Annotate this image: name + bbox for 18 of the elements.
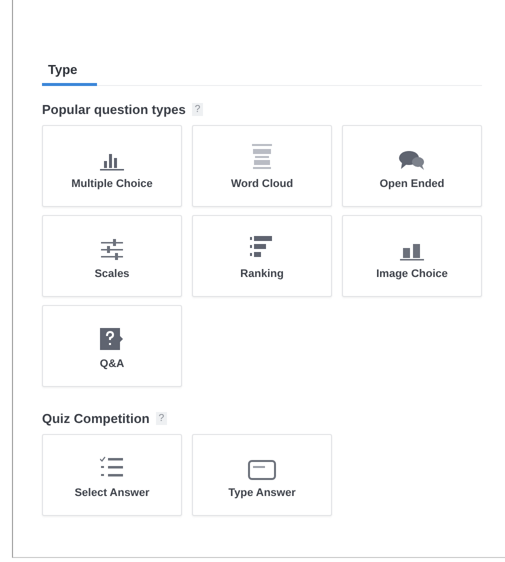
text-box-icon xyxy=(248,460,276,480)
tab[interactable]: Type xyxy=(42,58,98,86)
question-type-card[interactable]: Image Choice xyxy=(342,215,482,297)
question-icon xyxy=(99,326,125,350)
question-type-card[interactable]: Scales xyxy=(42,215,182,297)
sliders-icon xyxy=(100,238,124,260)
question-type-card[interactable]: Type Answer xyxy=(192,434,332,516)
question-type-card[interactable]: Select Answer xyxy=(42,434,182,516)
checklist-icon xyxy=(100,456,124,480)
speech-bubbles-icon xyxy=(398,148,426,170)
question-type-card[interactable]: Ranking xyxy=(192,215,332,297)
question-type-card[interactable]: Q&A xyxy=(42,305,182,387)
word-cloud-icon xyxy=(250,142,274,170)
section-heading: Popular question types xyxy=(42,102,186,117)
section-heading: Quiz Competition xyxy=(42,411,150,426)
question-type-card[interactable]: Multiple Choice xyxy=(42,125,182,207)
question-type-card[interactable]: Word Cloud xyxy=(192,125,332,207)
question-type-card[interactable]: Open Ended xyxy=(342,125,482,207)
